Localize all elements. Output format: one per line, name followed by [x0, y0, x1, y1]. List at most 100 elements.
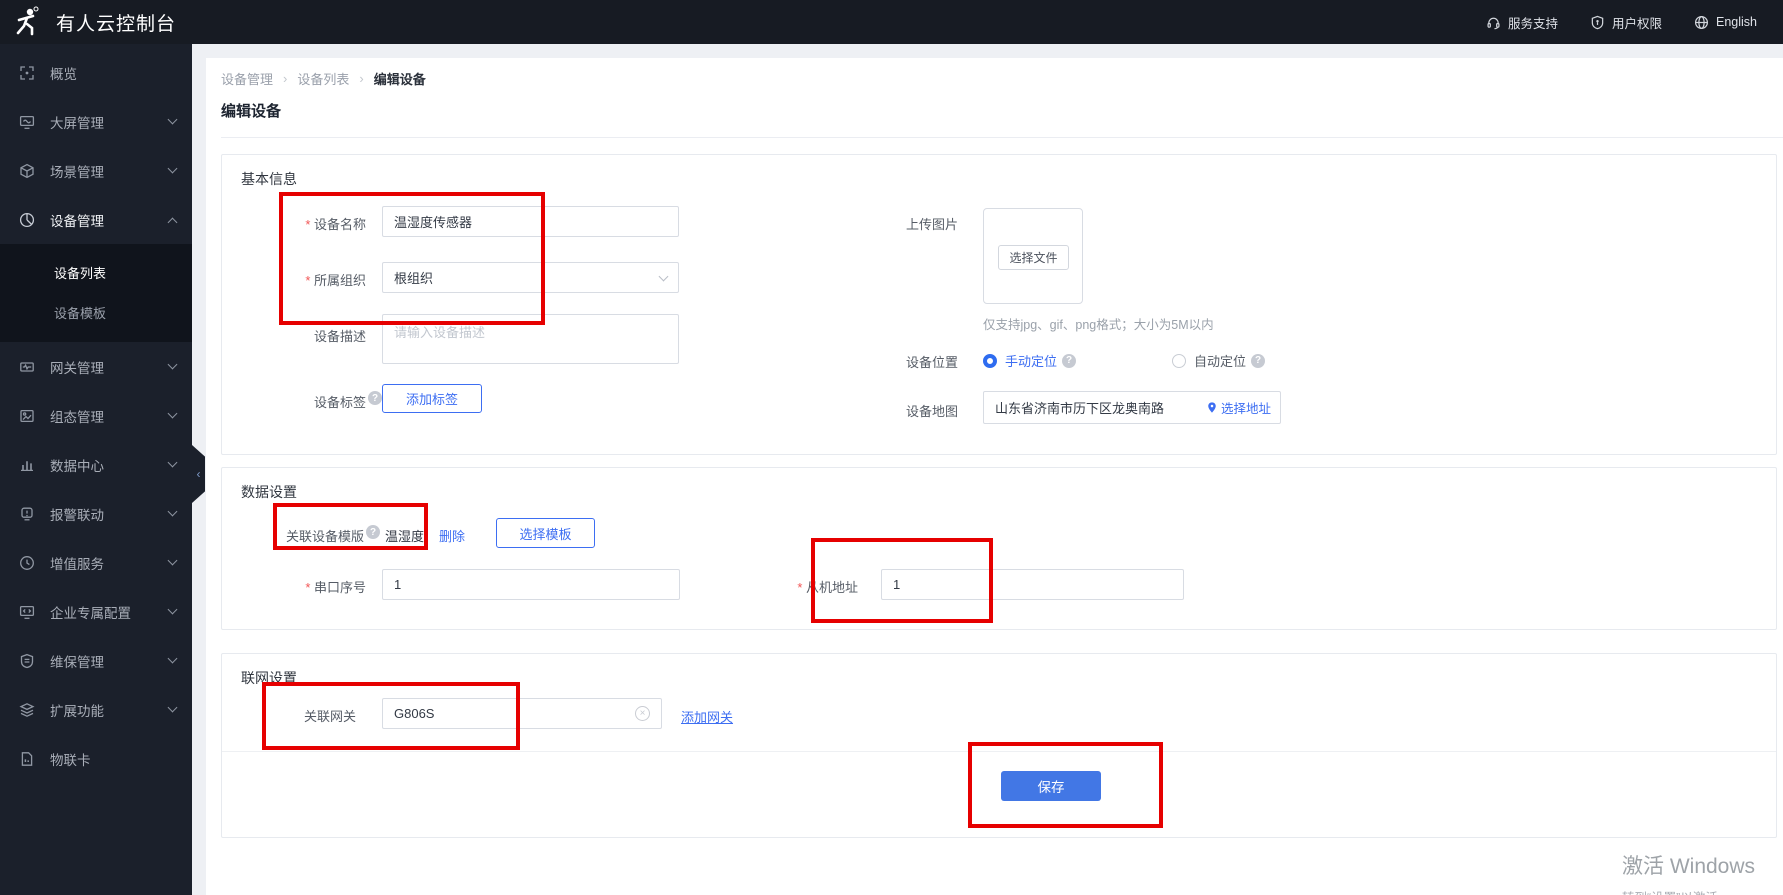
- watermark-line1: 激活 Windows: [1622, 855, 1756, 878]
- manual-location-help-icon[interactable]: ?: [1062, 353, 1077, 368]
- sidebar-item-label: 大屏管理: [50, 115, 104, 131]
- picture-icon: [19, 408, 35, 424]
- breadcrumb: 设备管理 › 设备列表 › 编辑设备: [221, 69, 426, 88]
- clear-input-icon[interactable]: ×: [635, 706, 650, 721]
- clock-refresh-icon: [19, 555, 35, 571]
- big-screen-icon: [19, 114, 35, 130]
- sidebar-item-value-added-services[interactable]: 增值服务: [0, 538, 192, 587]
- auto-location-radio[interactable]: [1172, 353, 1187, 368]
- app-title: 有人云控制台: [56, 13, 177, 35]
- sidebar-item-enterprise-config[interactable]: 企业专属配置: [0, 587, 192, 636]
- top-bar: 有人云控制台 服务支持 用户权限 English: [0, 0, 1783, 44]
- app-root: 有人云控制台 服务支持 用户权限 English 概览 大屏管理 场景管理 设备…: [0, 0, 1783, 895]
- sidebar-item-label: 增值服务: [50, 556, 104, 572]
- auto-location-help-icon[interactable]: ?: [1251, 353, 1266, 368]
- sidebar-item-label: 网关管理: [50, 360, 104, 376]
- location-pin-icon: [1206, 401, 1218, 414]
- chevron-down-icon: [167, 163, 178, 174]
- watermark-line2: 转到“设置”以激活 Windows。: [1622, 887, 1783, 895]
- sidebar-item-label: 物联卡: [50, 752, 91, 768]
- upload-dropzone[interactable]: 选择文件: [983, 208, 1083, 304]
- sidebar-item-scene-management[interactable]: 场景管理: [0, 146, 192, 195]
- upload-image-label: 上传图片: [905, 217, 958, 232]
- sidebar-item-device-management[interactable]: 设备管理: [0, 195, 192, 244]
- sidebar-item-label: 概览: [50, 66, 77, 82]
- delete-template-link[interactable]: 删除: [439, 526, 465, 545]
- monitor-code-icon: [19, 604, 35, 620]
- choose-file-button[interactable]: 选择文件: [998, 245, 1069, 270]
- panel-divider: [222, 751, 1776, 752]
- section-title-basic: 基本信息: [241, 171, 297, 187]
- sidebar-subitem-device-template[interactable]: 设备模板: [0, 292, 192, 332]
- manual-location-radio[interactable]: [983, 353, 997, 368]
- sidebar-collapse-handle[interactable]: ‹: [192, 445, 205, 503]
- chevron-down-icon: [167, 359, 178, 370]
- sidebar-nav: 概览 大屏管理 场景管理 设备管理 设备列表 设备模板 网关管理 组态管理 数据…: [0, 44, 192, 895]
- organization-label: 所属组织: [222, 270, 366, 289]
- device-management-submenu: 设备列表 设备模板: [0, 244, 192, 342]
- save-button[interactable]: 保存: [1001, 771, 1101, 801]
- service-support-label: 服务支持: [1507, 16, 1558, 31]
- sidebar-item-configuration-management[interactable]: 组态管理: [0, 391, 192, 440]
- sidebar-item-extended-functions[interactable]: 扩展功能: [0, 685, 192, 734]
- sidebar-item-label: 报警联动: [50, 507, 104, 523]
- page-title: 编辑设备: [221, 103, 282, 120]
- shield-lines-icon: [19, 653, 35, 669]
- sidebar-item-overview[interactable]: 概览: [0, 48, 192, 97]
- sidebar-subitem-device-list[interactable]: 设备列表: [0, 252, 192, 292]
- sidebar-item-iot-card[interactable]: 物联卡: [0, 734, 192, 783]
- sidebar-item-maintenance-management[interactable]: 维保管理: [0, 636, 192, 685]
- choose-template-button[interactable]: 选择模板: [496, 518, 595, 548]
- add-tag-button[interactable]: 添加标签: [382, 384, 482, 413]
- network-settings-panel: 联网设置 关联网关 G806S × 添加网关 保存: [221, 653, 1777, 838]
- organization-select[interactable]: 根组织: [382, 262, 679, 293]
- breadcrumb-separator: ›: [359, 71, 364, 86]
- device-name-input[interactable]: [382, 206, 679, 237]
- sidebar-item-alarm-linkage[interactable]: 报警联动: [0, 489, 192, 538]
- choose-address-link[interactable]: 选择地址: [1206, 398, 1271, 417]
- user-permission-button[interactable]: 用户权限: [1590, 13, 1662, 32]
- globe-icon: [1694, 15, 1709, 30]
- add-gateway-link[interactable]: 添加网关: [681, 707, 733, 726]
- data-settings-panel: 数据设置 关联设备模版 ? 温湿度 删除 选择模板 串口序号 从机地址: [221, 467, 1777, 630]
- sidebar-item-screen-management[interactable]: 大屏管理: [0, 97, 192, 146]
- linked-gateway-input[interactable]: G806S ×: [382, 698, 662, 729]
- title-divider: [221, 137, 1783, 138]
- overview-icon: [19, 65, 35, 81]
- section-title-data: 数据设置: [241, 484, 297, 500]
- sidebar-item-label: 扩展功能: [50, 703, 104, 719]
- serial-number-input[interactable]: [382, 569, 680, 600]
- alarm-icon: [19, 506, 35, 522]
- service-support-button[interactable]: 服务支持: [1486, 13, 1558, 32]
- linked-template-help-icon[interactable]: ?: [366, 525, 380, 539]
- linked-template-label: 关联设备模版: [285, 529, 364, 544]
- device-map-input[interactable]: 山东省济南市历下区龙奥南路 选择地址: [983, 391, 1281, 424]
- location-radio-group: 手动定位 ? 自动定位 ?: [983, 351, 1266, 370]
- auto-location-label[interactable]: 自动定位: [1194, 351, 1246, 370]
- choose-address-label: 选择地址: [1220, 402, 1271, 416]
- main-content: 设备管理 › 设备列表 › 编辑设备 编辑设备 基本信息 设备名称 所属组织 根…: [206, 58, 1783, 895]
- sidebar-subitem-label: 设备列表: [54, 265, 107, 281]
- sidebar-item-label: 企业专属配置: [50, 605, 131, 621]
- device-description-textarea[interactable]: [382, 314, 679, 364]
- sidebar-item-data-center[interactable]: 数据中心: [0, 440, 192, 489]
- chevron-down-icon: [167, 604, 178, 615]
- upload-format-note: 仅支持jpg、gif、png格式；大小为5M以内: [983, 318, 1214, 332]
- layers-icon: [19, 702, 35, 718]
- runner-logo-icon: [13, 6, 43, 38]
- manual-location-label[interactable]: 手动定位: [1005, 351, 1057, 370]
- chevron-down-icon: [167, 457, 178, 468]
- brand-logo[interactable]: 有人云控制台: [0, 6, 176, 38]
- breadcrumb-current: 编辑设备: [373, 72, 426, 87]
- device-map-label: 设备地图: [905, 404, 958, 419]
- breadcrumb-device-management[interactable]: 设备管理: [221, 69, 273, 88]
- slave-address-input[interactable]: [881, 569, 1184, 600]
- linked-template-value: 温湿度: [385, 529, 425, 544]
- breadcrumb-device-list[interactable]: 设备列表: [297, 69, 349, 88]
- device-tag-help-icon[interactable]: ?: [368, 391, 382, 405]
- sidebar-item-gateway-management[interactable]: 网关管理: [0, 342, 192, 391]
- chevron-down-icon: [167, 555, 178, 566]
- language-switch-button[interactable]: English: [1694, 15, 1757, 30]
- chevron-down-icon: [167, 653, 178, 664]
- device-description-label: 设备描述: [313, 329, 366, 344]
